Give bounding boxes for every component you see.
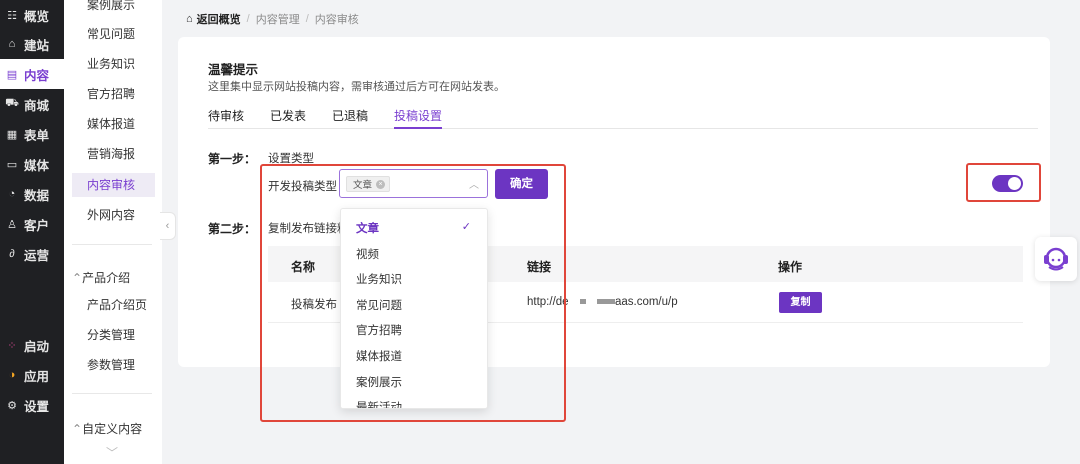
group-label: 产品介绍 (82, 271, 131, 285)
col-action: 操作 (778, 260, 803, 274)
nav-label: 内容 (24, 68, 50, 83)
customer-service-button[interactable] (1035, 237, 1077, 281)
step2-label: 第二步： (208, 222, 257, 236)
nav-data[interactable]: ◔ 数据 (0, 179, 64, 209)
redacted-block (579, 299, 586, 305)
nav-apps[interactable]: ◑ 应用 (0, 360, 64, 390)
home-icon: ⌂ (186, 13, 193, 25)
sub-item-category[interactable]: 分类管理 (72, 323, 155, 347)
gear-icon: ⚙ (7, 399, 17, 412)
breadcrumb-content-review: 内容审核 (314, 14, 359, 26)
nav-label: 概览 (24, 9, 50, 24)
group-product[interactable]: ⌃产品介绍 (72, 269, 130, 286)
secondary-sidebar: 案例展示 常见问题 业务知识 官方招聘 媒体报道 营销海报 内容审核 外网内容 … (64, 0, 162, 464)
sub-item-external[interactable]: 外网内容 (72, 203, 155, 227)
user-icon: ♙ (7, 218, 17, 231)
nav-label: 运营 (24, 248, 50, 263)
nav-label: 商城 (24, 98, 50, 113)
tab-published[interactable]: 已发表 (270, 107, 306, 129)
headset-icon (1044, 247, 1068, 271)
collapse-sidebar-button[interactable]: ‹ (160, 212, 176, 240)
sub-item-knowledge[interactable]: 业务知识 (72, 52, 155, 76)
breadcrumb-separator: / (305, 13, 309, 25)
video-icon: ▭ (6, 158, 18, 171)
breadcrumb: ⌂ 返回概览 / 内容管理 / 内容审核 (186, 11, 359, 27)
sub-item-cases[interactable]: 案例展示 (72, 0, 155, 17)
nav-launch[interactable]: ⁘ 启动 (0, 330, 64, 360)
chart-icon: ◔ (8, 188, 16, 200)
nav-overview[interactable]: ☷ 概览 (0, 0, 64, 30)
document-icon: ▤ (6, 68, 18, 81)
nav-label: 表单 (24, 128, 50, 143)
nav-settings[interactable]: ⚙ 设置 (0, 390, 64, 420)
tip-description: 这里集中显示网站投稿内容，需审核通过后方可在网站发表。 (208, 81, 505, 93)
chevron-up-icon: ⌃ (72, 271, 83, 285)
overview-icon: ☷ (7, 9, 17, 22)
copy-button[interactable]: 复制 (779, 292, 822, 313)
nav-label: 建站 (24, 38, 50, 53)
redacted-block (596, 299, 615, 305)
sub-item-posters[interactable]: 营销海报 (72, 142, 155, 166)
cart-icon: ⛟ (5, 97, 19, 109)
apps-icon: ◑ (8, 369, 16, 381)
nav-label: 媒体 (24, 158, 50, 173)
nav-content[interactable]: ▤ 内容 (0, 59, 64, 89)
main-sidebar: ☷ 概览 ⌂ 建站 ▤ 内容 ⛟ 商城 ▦ 表单 ▭ 媒体 ◔ 数据 ♙ 客户 ∂ 运营 ⁘ 启动 … (0, 0, 64, 464)
tab-bar: 待审核 已发表 已退稿 投稿设置 (208, 107, 1038, 129)
group-custom[interactable]: ⌃自定义内容 (72, 420, 142, 437)
tab-pending[interactable]: 待审核 (208, 107, 244, 129)
sub-item-review[interactable]: 内容审核 (72, 173, 155, 197)
nav-customer[interactable]: ♙ 客户 (0, 209, 64, 239)
nav-label: 设置 (24, 399, 50, 414)
chevron-left-icon: ‹ (165, 220, 170, 232)
chevron-down-icon[interactable]: ﹀ (106, 444, 118, 461)
form-icon: ▦ (6, 128, 18, 141)
back-to-overview-link[interactable]: ⌂ 返回概览 (186, 11, 241, 27)
home-icon: ⌂ (8, 38, 16, 50)
nav-label: 启动 (24, 339, 50, 354)
back-label: 返回概览 (196, 14, 241, 26)
nav-operation[interactable]: ∂ 运营 (0, 239, 64, 269)
chevron-up-icon: ⌃ (72, 422, 83, 436)
group-label: 自定义内容 (82, 422, 143, 436)
nav-form[interactable]: ▦ 表单 (0, 119, 64, 149)
annotation-box-toggle (966, 163, 1041, 202)
sub-item-faq[interactable]: 常见问题 (72, 22, 155, 46)
step1-label: 第一步： (208, 152, 257, 166)
divider (72, 393, 152, 394)
tip-title: 温馨提示 (208, 63, 259, 77)
nav-label: 数据 (24, 188, 50, 203)
sub-item-press[interactable]: 媒体报道 (72, 112, 155, 136)
breadcrumb-separator: / (246, 13, 250, 25)
nav-build[interactable]: ⌂ 建站 (0, 29, 64, 59)
link-suffix: aas.com/u/p (614, 296, 678, 308)
nav-label: 应用 (24, 369, 50, 384)
nav-label: 客户 (24, 218, 50, 233)
tab-rejected[interactable]: 已退稿 (332, 107, 368, 129)
sub-item-params[interactable]: 参数管理 (72, 353, 155, 377)
nav-mall[interactable]: ⛟ 商城 (0, 89, 64, 119)
launch-icon: ⁘ (7, 339, 17, 352)
divider (72, 244, 152, 245)
sub-item-jobs[interactable]: 官方招聘 (72, 82, 155, 106)
annotation-box-dropdown (260, 164, 566, 422)
nav-media[interactable]: ▭ 媒体 (0, 149, 64, 179)
link-icon: ∂ (9, 248, 15, 260)
breadcrumb-content-management[interactable]: 内容管理 (256, 11, 300, 27)
sub-item-product-page[interactable]: 产品介绍页 (72, 293, 155, 317)
tab-submission-settings[interactable]: 投稿设置 (394, 107, 443, 129)
